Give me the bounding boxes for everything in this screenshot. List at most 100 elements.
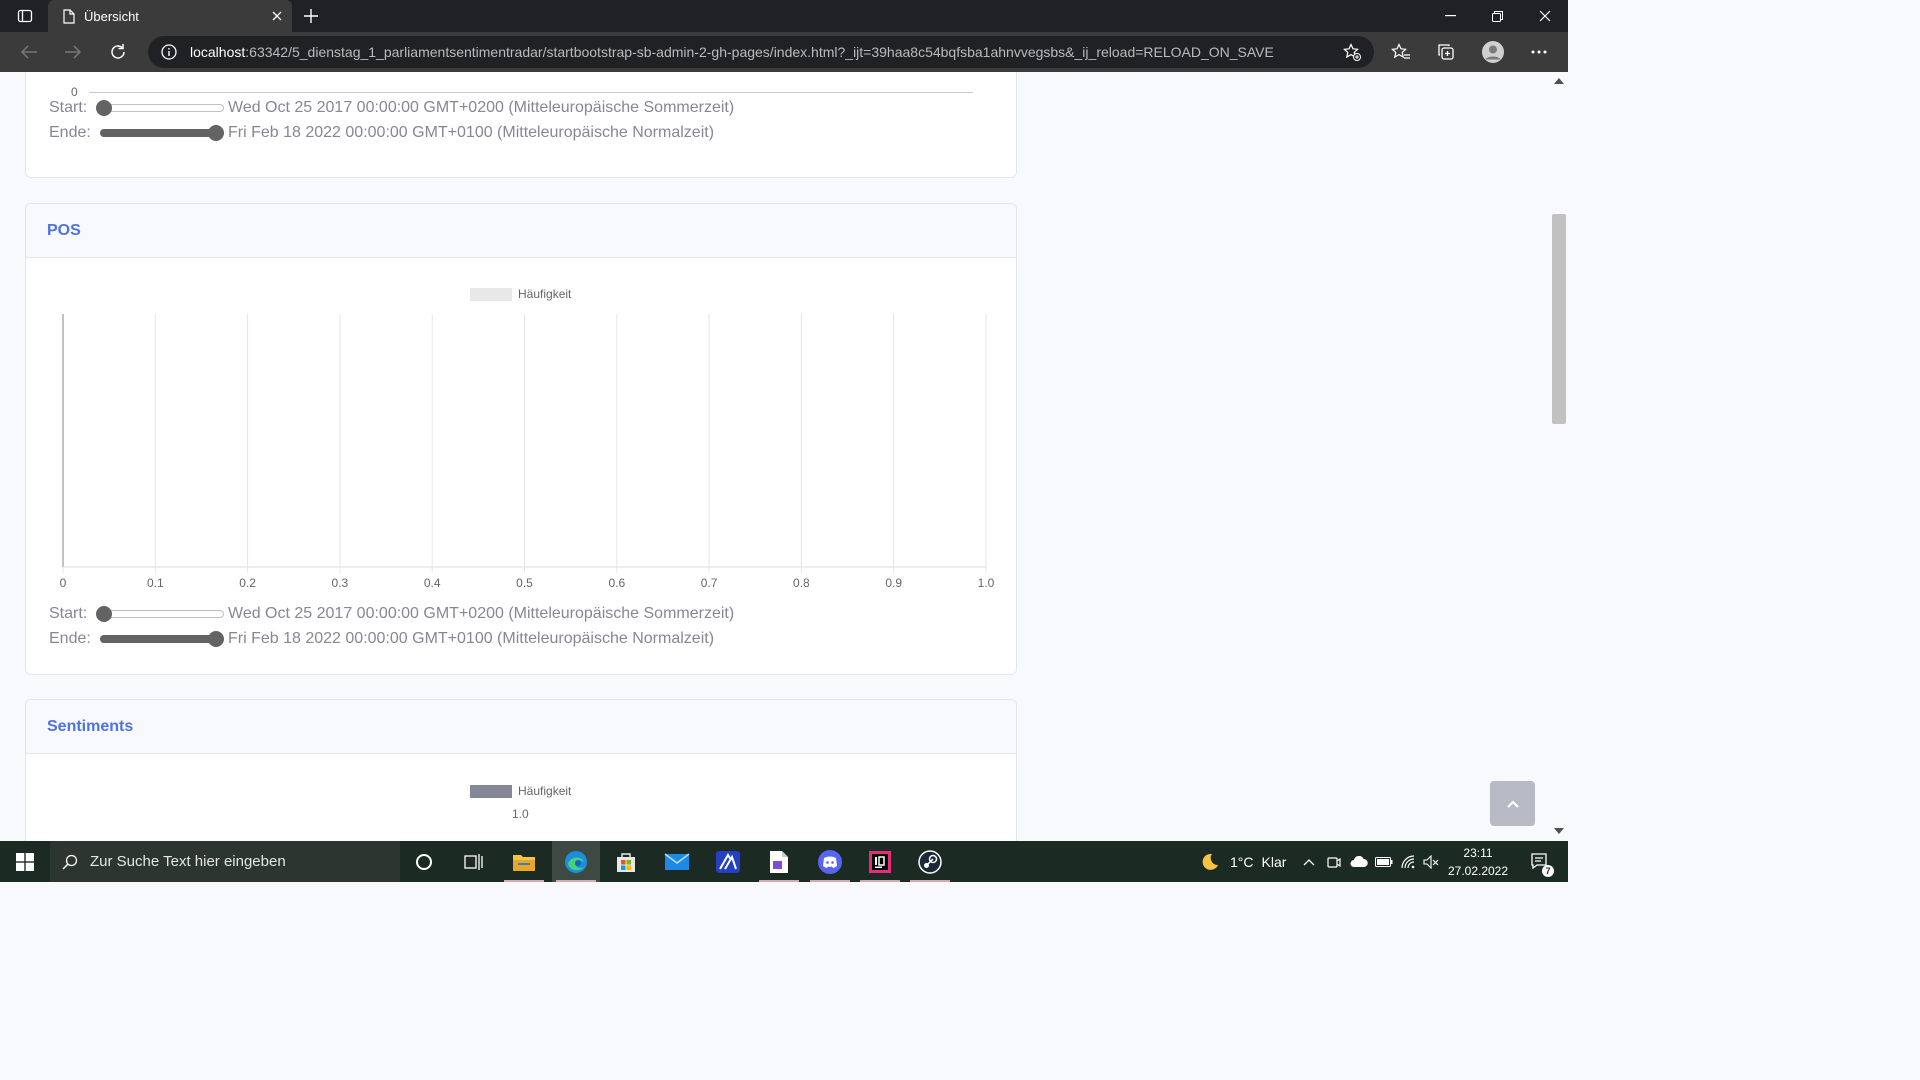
x-tick-label: 0.1 (147, 576, 164, 590)
battery-icon[interactable] (1373, 841, 1395, 882)
cortana-icon[interactable] (400, 841, 448, 882)
address-bar[interactable]: localhost:63342/5_dienstag_1_parliaments… (148, 36, 1374, 68)
y-axis-top-label: 1.0 (512, 807, 529, 821)
start-windows-icon[interactable] (0, 841, 50, 882)
pos-card-title: POS (47, 221, 81, 239)
tab-title: Übersicht (84, 8, 139, 24)
end-date-value: Fri Feb 18 2022 00:00:00 GMT+0100 (Mitte… (228, 124, 715, 141)
end-date-slider[interactable] (96, 630, 224, 648)
slider-rail (100, 104, 224, 112)
pos-chart: 0 0.1 0.2 0.3 0.4 0.5 0.6 0.7 0.8 0.9 1.0 (60, 314, 995, 590)
task-view-icon[interactable] (450, 841, 498, 882)
affinity-app-icon[interactable] (704, 841, 752, 882)
slider-handle[interactable] (208, 631, 224, 647)
x-tick-label: 0.3 (332, 576, 349, 590)
clock-time: 23:11 (1463, 846, 1493, 860)
slider-fill (100, 129, 216, 137)
chart-legend[interactable]: Häufigkeit (470, 784, 571, 798)
chart-legend[interactable]: Häufigkeit (470, 287, 571, 301)
slider-handle[interactable] (96, 606, 112, 622)
start-date-slider[interactable] (96, 99, 224, 117)
legend-swatch (470, 287, 512, 301)
url-host: localhost (190, 44, 246, 60)
close-window-icon[interactable] (1522, 0, 1568, 32)
start-date-slider[interactable] (96, 605, 224, 623)
reload-icon[interactable] (103, 38, 133, 66)
slider-fill (100, 635, 216, 643)
x-tick-label: 0.8 (793, 576, 810, 590)
x-tick-label: 0.4 (424, 576, 441, 590)
new-tab-icon[interactable] (298, 4, 324, 28)
favorites-icon[interactable] (1386, 38, 1416, 66)
slider-rail (100, 610, 224, 618)
chevron-up-icon (1506, 799, 1519, 808)
search-placeholder: Zur Suche Text hier eingeben (90, 853, 286, 870)
legend-label: Häufigkeit (518, 287, 572, 301)
taskbar-clock[interactable]: 23:11 27.02.2022 (1447, 844, 1509, 880)
microsoft-store-icon[interactable] (602, 841, 650, 882)
back-icon[interactable] (14, 38, 44, 66)
page-scrollbar[interactable] (1550, 72, 1568, 841)
taskbar-search-box[interactable]: Zur Suche Text hier eingeben (50, 841, 400, 882)
end-label: Ende: (49, 124, 91, 141)
page-icon (62, 8, 76, 24)
start-date-row: Start: Wed Oct 25 2017 00:00:00 GMT+0200… (49, 99, 734, 117)
x-tick-label: 1.0 (978, 576, 995, 590)
start-date-value: Wed Oct 25 2017 00:00:00 GMT+0200 (Mitte… (228, 99, 735, 116)
scroll-to-top-button[interactable] (1490, 781, 1535, 826)
notifications-icon[interactable]: 7 (1520, 841, 1560, 882)
start-label: Start: (49, 99, 88, 116)
wifi-icon[interactable] (1397, 841, 1419, 882)
scrollbar-thumb[interactable] (1552, 214, 1566, 424)
end-date-row: Ende: Fri Feb 18 2022 00:00:00 GMT+0100 … (49, 630, 714, 648)
windows-taskbar: Zur Suche Text hier eingeben 1°C Klar 23… (0, 841, 1568, 882)
notification-count-badge: 7 (1542, 865, 1554, 877)
collections-icon[interactable] (1431, 38, 1461, 66)
sentiments-card-header: Sentiments (26, 700, 1016, 754)
sentiments-card-title: Sentiments (47, 717, 134, 735)
settings-more-icon[interactable] (1524, 38, 1554, 66)
edge-browser-icon[interactable] (552, 841, 600, 882)
steam-icon[interactable] (906, 841, 954, 882)
end-date-slider[interactable] (96, 124, 224, 142)
meet-now-icon[interactable] (1324, 841, 1344, 882)
forward-icon[interactable] (58, 38, 88, 66)
profile-avatar-icon[interactable] (1478, 38, 1508, 66)
end-label: Ende: (49, 630, 91, 647)
mail-icon[interactable] (653, 841, 701, 882)
moon-icon (1198, 853, 1222, 871)
sentiments-card: Sentiments Häufigkeit 1.0 (25, 699, 1017, 841)
end-date-row: Ende: Fri Feb 18 2022 00:00:00 GMT+0100 … (49, 124, 714, 142)
add-favorite-icon[interactable] (1342, 43, 1362, 61)
pos-card: POS Häufigkeit 0 0.1 0.2 0.3 0.4 0.5 0.6 0.7 0.8… (25, 203, 1017, 675)
slider-handle[interactable] (96, 100, 112, 116)
restore-icon[interactable] (1474, 0, 1520, 32)
close-tab-icon[interactable] (262, 0, 292, 32)
slider-handle[interactable] (208, 125, 224, 141)
scroll-down-arrow-icon[interactable] (1554, 828, 1564, 834)
scroll-up-arrow-icon[interactable] (1554, 78, 1564, 84)
x-axis-line (89, 92, 973, 93)
site-info-icon[interactable] (160, 44, 178, 60)
pos-card-header: POS (26, 204, 1016, 258)
volume-muted-icon[interactable] (1420, 841, 1442, 882)
start-date-value: Wed Oct 25 2017 00:00:00 GMT+0200 (Mitte… (228, 605, 735, 622)
weather-temperature: 1°C (1230, 853, 1254, 870)
url-path: :63342/5_dienstag_1_parliamentsentimentr… (245, 44, 1274, 60)
show-hidden-icons-chevron-icon[interactable] (1298, 841, 1320, 882)
browser-tab[interactable]: Übersicht (48, 0, 292, 32)
previous-chart-card: 0 Start: Wed Oct 25 2017 00:00:00 GMT+02… (25, 72, 1017, 178)
weather-condition: Klar (1261, 853, 1287, 870)
intellij-idea-icon[interactable] (856, 841, 904, 882)
end-date-value: Fri Feb 18 2022 00:00:00 GMT+0100 (Mitte… (228, 630, 715, 647)
file-explorer-icon[interactable] (500, 841, 548, 882)
x-tick-label: 0 (60, 576, 67, 590)
minimize-icon[interactable] (1428, 0, 1472, 32)
document-viewer-icon[interactable] (755, 841, 803, 882)
x-tick-label: 0.7 (701, 576, 718, 590)
weather-widget[interactable]: 1°C Klar (1198, 841, 1286, 882)
tab-actions-icon[interactable] (14, 6, 36, 26)
discord-icon[interactable] (806, 841, 854, 882)
onedrive-cloud-icon[interactable] (1347, 841, 1371, 882)
clock-date: 27.02.2022 (1447, 864, 1509, 878)
